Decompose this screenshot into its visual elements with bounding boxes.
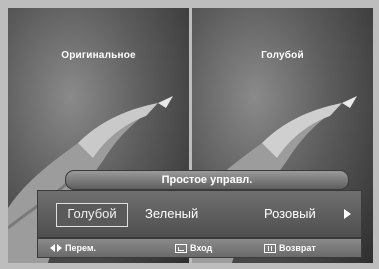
option-green[interactable]: Зеленый (145, 203, 198, 225)
hint-move-label: Перем. (65, 243, 97, 253)
left-right-arrows-icon (50, 244, 62, 252)
menu-icon (264, 243, 276, 253)
hint-enter-label: Вход (190, 243, 213, 253)
hint-return: Возврат (264, 239, 316, 257)
enter-icon (175, 243, 187, 253)
tv-screen: Оригинальное Голубой Простое управл. Гол… (0, 0, 379, 269)
blue-label: Голубой (261, 50, 304, 61)
chevron-right-icon[interactable] (344, 209, 351, 219)
option-pink[interactable]: Розовый (264, 203, 316, 225)
help-bar: Перем. Вход Возврат (37, 238, 362, 258)
option-bar: Голубой Зеленый Розовый (37, 190, 362, 238)
original-label: Оригинальное (61, 50, 136, 61)
hint-return-label: Возврат (279, 243, 316, 253)
hint-enter: Вход (175, 239, 212, 257)
menu-title: Простое управл. (65, 170, 349, 190)
hint-move: Перем. (50, 239, 96, 257)
option-blue[interactable]: Голубой (56, 203, 128, 227)
easy-control-menu: Простое управл. Голубой Зеленый Розовый … (37, 170, 362, 259)
